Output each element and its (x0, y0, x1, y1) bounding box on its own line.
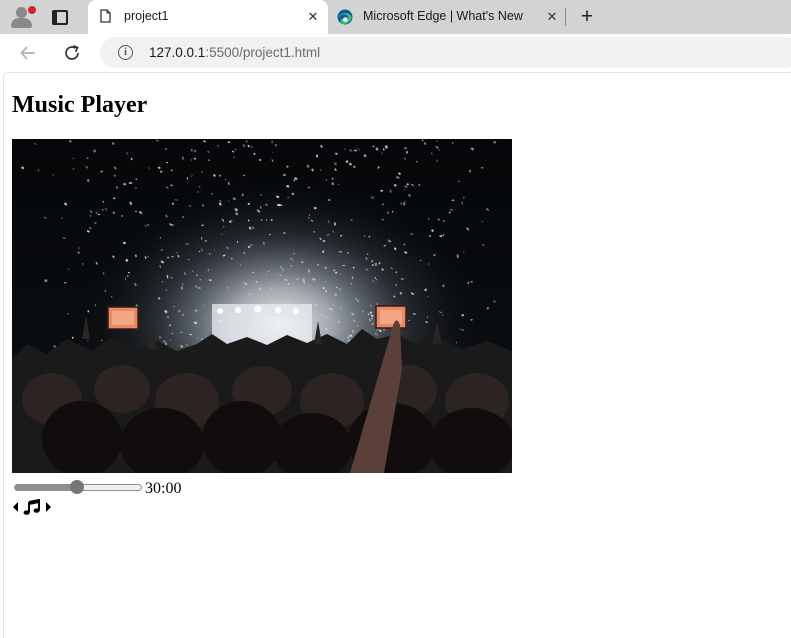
edge-logo-icon (337, 9, 353, 25)
page-document-icon (100, 9, 111, 23)
page-title: Music Player (12, 92, 148, 118)
info-icon[interactable]: i (118, 45, 133, 60)
close-icon[interactable]: ✕ (543, 8, 561, 26)
tab-project1[interactable]: project1 ✕ (88, 0, 328, 34)
reload-icon[interactable] (60, 41, 84, 65)
address-bar[interactable]: i 127.0.0.1:5500/project1.html (100, 37, 791, 68)
time-display: 30:00 (145, 480, 182, 497)
album-cover-image (12, 139, 512, 473)
concert-photo (12, 139, 512, 473)
seek-thumb[interactable] (70, 480, 84, 494)
close-icon[interactable]: ✕ (304, 8, 322, 26)
tab-title: project1 (124, 9, 169, 23)
seek-fill (15, 485, 77, 490)
profile-avatar-icon[interactable] (8, 5, 37, 29)
music-note-icon[interactable] (23, 499, 41, 515)
browser-toolbar: i 127.0.0.1:5500/project1.html (0, 34, 791, 72)
workspaces-icon[interactable] (46, 6, 72, 28)
tab-edge-whats-new[interactable]: Microsoft Edge | What's New ✕ (330, 0, 565, 34)
plus-icon[interactable]: + (576, 6, 598, 28)
caret-left-icon[interactable] (11, 499, 20, 515)
tab-separator (565, 8, 566, 26)
notification-dot (27, 5, 37, 15)
url-text[interactable]: 127.0.0.1:5500/project1.html (149, 45, 320, 60)
tab-strip: project1 ✕ Microsoft Edge | What's New ✕… (0, 0, 791, 34)
caret-right-icon[interactable] (44, 499, 53, 515)
back-arrow-icon[interactable] (16, 41, 40, 65)
seek-slider[interactable] (14, 480, 142, 494)
tab-title: Microsoft Edge | What's New (363, 9, 523, 23)
